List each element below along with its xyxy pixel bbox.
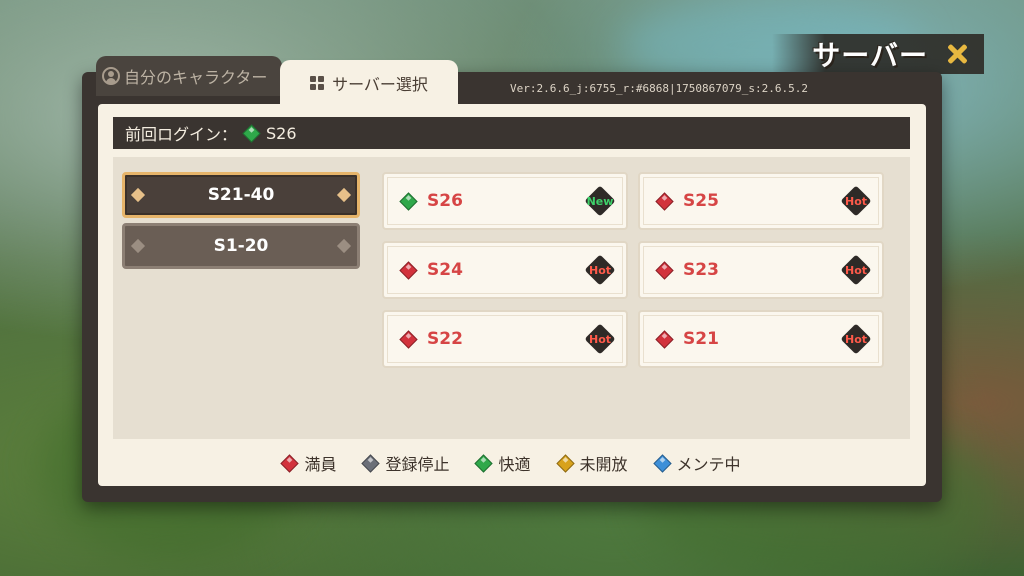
server-name: S25 (683, 191, 719, 211)
status-legend: 満員 登録停止 快適 未開放 メンテ中 (98, 448, 926, 478)
legend-label: 未開放 (579, 455, 628, 474)
sparkle-icon (130, 238, 146, 254)
hot-badge: Hot (842, 189, 870, 213)
range-label: S1-20 (213, 236, 269, 256)
last-login-label: 前回ログイン： (125, 125, 238, 144)
version-text: Ver:2.6.6_j:6755_r:#6868|1750867079_s:2.… (510, 82, 809, 95)
legend-item-maintenance: メンテ中 (652, 451, 741, 475)
server-name: S22 (427, 329, 463, 349)
tab-label: サーバー選択 (332, 75, 428, 94)
legend-label: 満員 (304, 455, 337, 474)
new-badge: New (586, 189, 614, 213)
legend-item-closed: 登録停止 (361, 451, 450, 475)
server-name: S24 (427, 260, 463, 280)
server-card-s21[interactable]: S21 Hot (638, 310, 884, 368)
status-gem-icon (399, 191, 418, 211)
status-gem-icon (399, 329, 418, 349)
range-button-s21-40[interactable]: S21-40 (122, 172, 360, 218)
sparkle-icon (336, 187, 352, 203)
green-gem-icon (474, 453, 494, 473)
last-login-server: S26 (266, 123, 297, 143)
server-card-s24[interactable]: S24 Hot (382, 241, 628, 299)
status-gem-icon (655, 191, 674, 211)
range-button-s1-20[interactable]: S1-20 (122, 223, 360, 269)
hot-badge: Hot (586, 327, 614, 351)
red-gem-icon (280, 453, 300, 473)
status-gem-icon (655, 260, 674, 280)
range-label: S21-40 (207, 185, 275, 205)
legend-item-full: 満員 (280, 451, 337, 475)
hot-badge: Hot (842, 327, 870, 351)
yellow-gem-icon (555, 453, 575, 473)
legend-label: 快適 (498, 455, 531, 474)
server-card-s22[interactable]: S22 Hot (382, 310, 628, 368)
last-login-bar: 前回ログイン： S26 (113, 117, 910, 149)
server-name: S21 (683, 329, 719, 349)
legend-label: 登録停止 (385, 455, 450, 474)
tab-my-characters[interactable]: 自分のキャラクター (96, 56, 282, 96)
tab-label: 自分のキャラクター (124, 68, 268, 87)
status-gem-icon (242, 123, 261, 143)
server-name: S26 (427, 191, 463, 211)
server-card-s25[interactable]: S25 Hot (638, 172, 884, 230)
status-gem-icon (399, 260, 418, 280)
server-name: S23 (683, 260, 719, 280)
legend-item-unopened: 未開放 (555, 451, 628, 475)
page-title: サーバー (812, 39, 928, 72)
legend-label: メンテ中 (676, 455, 741, 474)
user-icon (102, 67, 120, 85)
gray-gem-icon (361, 453, 381, 473)
close-icon[interactable] (944, 41, 970, 67)
sparkle-icon (336, 238, 352, 254)
hot-badge: Hot (842, 258, 870, 282)
server-card-s26[interactable]: S26 New (382, 172, 628, 230)
server-card-s23[interactable]: S23 Hot (638, 241, 884, 299)
grid-icon (310, 76, 325, 90)
legend-item-smooth: 快適 (474, 451, 531, 475)
sparkle-icon (130, 187, 146, 203)
blue-gem-icon (652, 453, 672, 473)
page-header: サーバー (772, 34, 984, 74)
status-gem-icon (655, 329, 674, 349)
hot-badge: Hot (586, 258, 614, 282)
tab-server-select[interactable]: サーバー選択 (280, 60, 458, 106)
